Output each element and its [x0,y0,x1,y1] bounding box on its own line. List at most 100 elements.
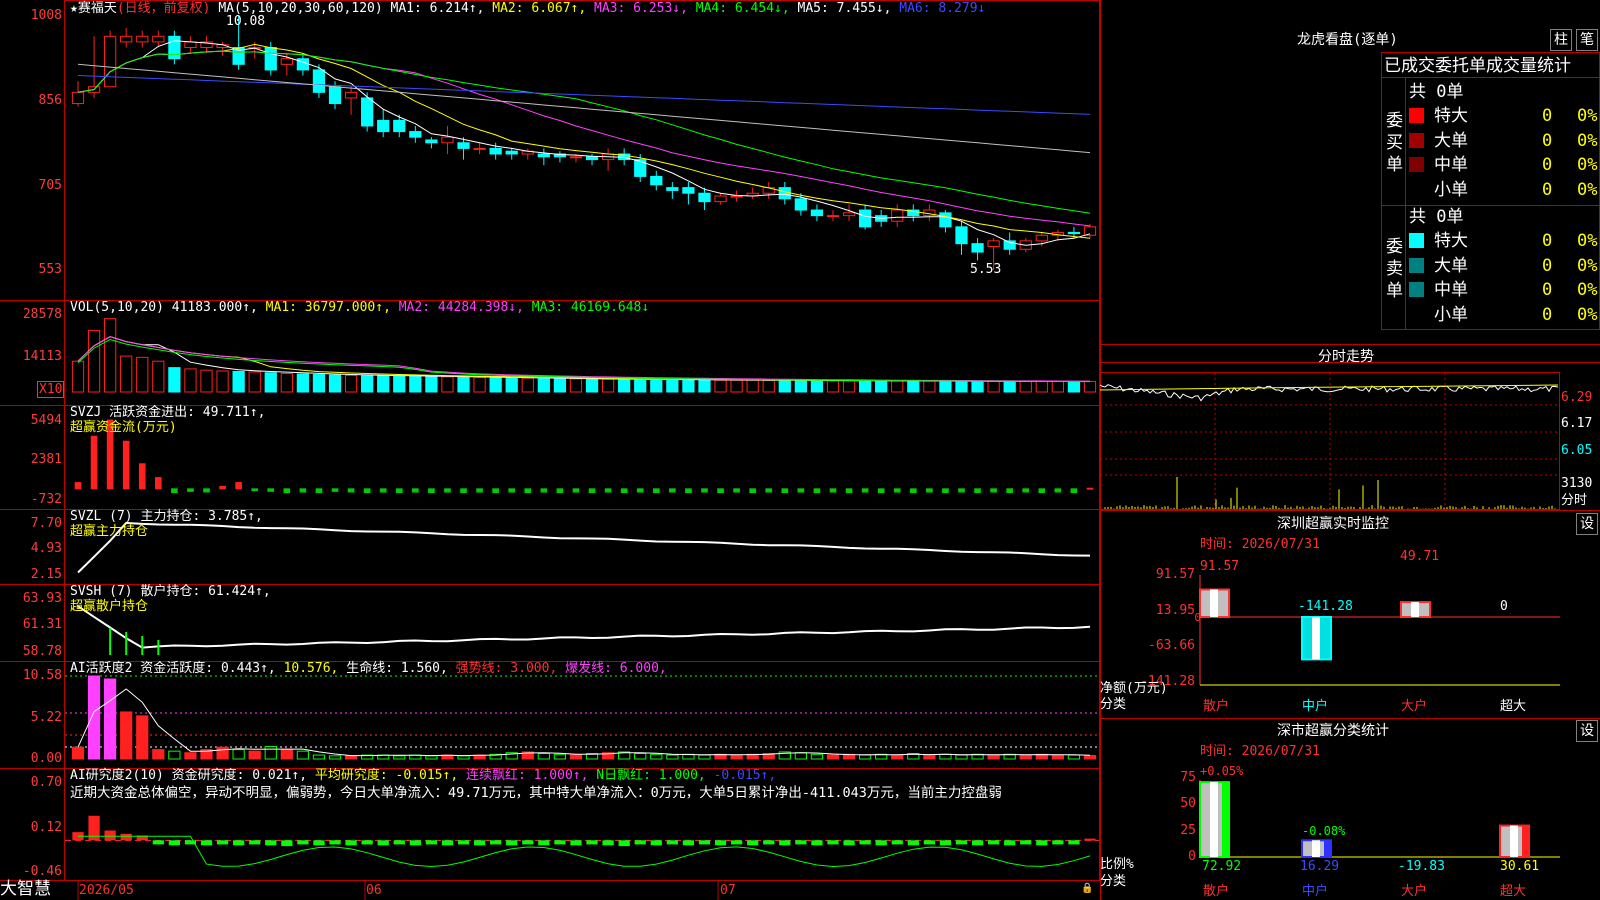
lhb-bar-button[interactable]: 柱 [1550,29,1572,51]
lhb-buy-count: 0 [1542,155,1553,176]
ai-research-bar [955,840,968,845]
ai-activity-bar [891,754,904,760]
svzj-bar [155,477,162,490]
svzj-bar [829,488,837,493]
lhb-sell-row: 中单 0 0% [1409,280,1599,300]
price-axis-tick: 553 [38,262,62,277]
svzj-bar [122,440,130,490]
svzj-bar [845,488,853,494]
sz-cat: 散户 [1203,699,1230,714]
ai-activity-bar [232,749,245,760]
lock-icon[interactable]: 🔒 [1081,881,1093,896]
ai-research-bar [345,840,357,846]
candle-down [377,119,390,133]
vol-bar [826,380,840,393]
ma3-value: MA3: 6.253↓, [594,1,688,16]
ma1-line [77,40,1091,246]
svzj-bar [428,488,435,494]
candle-up [987,240,1000,247]
sz-class-settings-button[interactable]: 设 [1576,720,1598,742]
svzj-axis-tick: 2381 [30,452,62,467]
svzj-bar [540,488,548,493]
stock-title[interactable]: ★赛福天 [70,1,117,16]
svzj-bar [524,488,532,494]
vol-bar [344,374,358,393]
ai-research-bar [441,840,454,846]
ai-activity-bar [794,752,807,760]
svzj-bar [1006,488,1013,494]
candle-down [505,150,518,155]
vol-bar [152,360,165,393]
period-mode[interactable]: (日线，前复权) [117,1,211,16]
svzl-axis-tick: 2.15 [30,567,62,582]
lhb-sell-name: 大单 [1434,255,1468,276]
lhb-sell-row: 特大 0 0% [1409,231,1599,251]
sz-monitor-title: 深圳超赢实时监控 [1277,516,1389,532]
ai-research-bar [329,840,341,845]
szc-cat: 大户 [1401,884,1428,899]
ma2-value: MA2: 6.067↑, [492,1,587,16]
ai-research-bar [1084,838,1096,841]
ai-research-bar [554,840,566,845]
ai-research-avg: 平均研究度: -0.015↑, [314,768,459,783]
ai-research-bar [409,840,421,846]
vol-label: VOL(5,10,20) [70,300,164,315]
svzj-bar [492,488,499,494]
sz-monitor-settings-button[interactable]: 设 [1576,513,1598,535]
vol-bar [521,377,534,393]
sz-cat: 超大 [1500,699,1527,714]
ai-activity-bar [312,754,326,760]
candle-down [457,142,470,149]
sz-class-top-pct: +0.05% [1200,764,1244,778]
ma4-value: MA4: 6.454↓, [695,1,790,16]
lhb-sell-name: 中单 [1434,280,1468,301]
lhb-buy-row: 小单 0 0% [1409,180,1599,200]
candle-down [810,209,824,217]
vol-unit-label[interactable]: X10 [37,381,65,398]
lhb-sell-pct: 0% [1577,231,1598,251]
vol-bar [730,379,743,393]
vol-bar [248,371,261,393]
lhb-tick-button[interactable]: 笔 [1576,29,1598,51]
vol-bar [810,380,824,393]
candle-down [971,243,984,253]
lhb-sell-count: 0 [1542,255,1553,276]
vol-bar [601,378,615,393]
svzj-bar [861,488,869,493]
candle-down [393,119,406,133]
svzj-bar [942,488,949,494]
lhb-buy-color-swatch [1409,132,1424,148]
svzj-bar [74,482,82,490]
ai-research-bar [570,840,582,846]
vol-bar [762,379,775,393]
vol-bar [682,379,695,393]
date-tick: 2026/05 [79,883,134,898]
candle-down [634,159,647,177]
svzj-bar [717,488,724,494]
ai-research-bar [907,840,919,846]
vol-axis-tick: 14113 [22,349,62,364]
main-chart-canvas[interactable] [0,0,1600,900]
candle-down [361,97,374,127]
candle-up [441,136,454,144]
lhb-buy-total: 共 0单 [1409,82,1464,102]
vol-bar [939,380,952,393]
szc-ylabel: 比例% [1100,857,1134,872]
vol-bar [489,377,502,393]
szc-value-label: -19.83 [1398,859,1445,874]
svzj-bar [636,488,644,493]
ai-activity-bar [248,750,261,760]
vol-value: 41183.000↑, [171,300,258,315]
svzj-bar [138,463,146,490]
lhb-buy-count: 0 [1542,106,1553,126]
svzj-bar [476,488,483,493]
price-axis-tick: 705 [38,178,62,193]
ai-activity-bar [569,754,583,760]
svzl-axis-tick: 7.70 [30,516,62,531]
ai-activity-bar [184,752,197,760]
svzj-bar [171,488,178,494]
svsh-axis-tick: 58.78 [22,644,62,659]
ai-research-bar [216,840,229,845]
vol-bar [585,378,599,393]
ai-research-bar [747,840,759,846]
